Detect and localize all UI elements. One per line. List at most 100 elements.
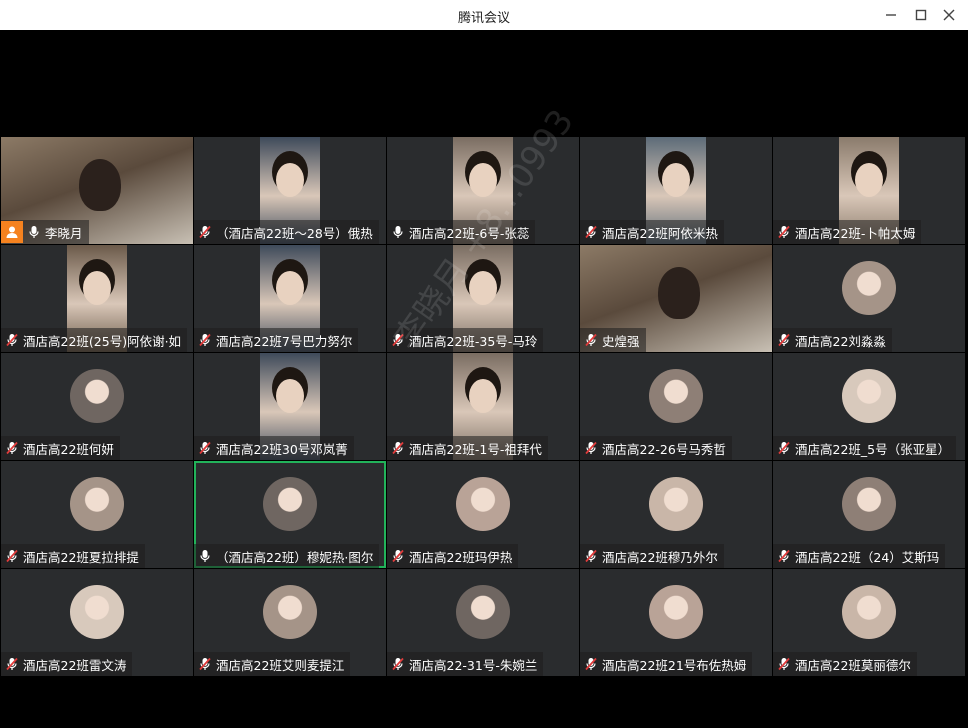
mic-muted-icon (5, 657, 19, 671)
mic-muted-icon (391, 657, 405, 671)
participant-label: 酒店高22班雷文涛 (1, 652, 133, 676)
participant-label: 酒店高22班阿依米热 (580, 220, 724, 244)
participant-tile[interactable]: 酒店高22班何妍 (1, 353, 193, 460)
participant-avatar (456, 477, 510, 531)
mic-muted-icon (584, 333, 598, 347)
maximize-button[interactable] (912, 6, 930, 24)
participant-avatar (649, 477, 703, 531)
participant-tile[interactable]: 酒店高22班穆乃外尔 (580, 461, 772, 568)
minimize-button[interactable] (882, 6, 900, 24)
participant-avatar (842, 477, 896, 531)
participant-tile[interactable]: 酒店高22班艾则麦提江 (194, 569, 386, 676)
participant-tile[interactable]: 酒店高22班-6号-张蕊 (387, 137, 579, 244)
participant-tile[interactable]: （酒店高22班～28号）俄热 (194, 137, 386, 244)
participant-label: 酒店高22班何妍 (1, 436, 120, 460)
participant-label: 酒店高22班_5号（张亚星） (773, 436, 957, 460)
participant-name: 酒店高22班阿依米热 (602, 225, 718, 241)
participant-name: （酒店高22班）穆妮热·图尔 (216, 549, 374, 565)
participant-name: 酒店高22班7号巴力努尔 (216, 333, 353, 349)
participant-label: 酒店高22班艾则麦提江 (194, 652, 351, 676)
participant-name: 酒店高22刘淼淼 (795, 333, 886, 349)
mic-muted-icon (198, 657, 212, 671)
participant-name: 酒店高22班（24）艾斯玛 (795, 549, 940, 565)
participant-tile[interactable]: （酒店高22班）穆妮热·图尔 (194, 461, 386, 568)
participant-tile[interactable]: 酒店高22班夏拉排提 (1, 461, 193, 568)
participant-label: 酒店高22班-35号-马玲 (387, 328, 544, 352)
participant-tile[interactable]: 酒店高22班30号邓岚菁 (194, 353, 386, 460)
mic-muted-icon (777, 441, 791, 455)
participant-tile[interactable]: 酒店高22班-35号-马玲 (387, 245, 579, 352)
participant-tile[interactable]: 酒店高22班-1号-祖拜代 (387, 353, 579, 460)
mic-muted-icon (391, 549, 405, 563)
mic-muted-icon (584, 657, 598, 671)
participant-tile[interactable]: 酒店高22班21号布佐热姆 (580, 569, 772, 676)
participant-label: 酒店高22班夏拉排提 (1, 544, 145, 568)
participant-name: （酒店高22班～28号）俄热 (216, 225, 373, 241)
participant-label: 酒店高22班-1号-祖拜代 (387, 436, 548, 460)
participant-avatar (842, 369, 896, 423)
participant-name: 酒店高22班何妍 (23, 441, 114, 457)
mic-muted-icon (777, 657, 791, 671)
participant-label: 酒店高22班莫丽德尔 (773, 652, 917, 676)
participant-tile[interactable]: 酒店高22班（24）艾斯玛 (773, 461, 965, 568)
participant-name: 酒店高22班莫丽德尔 (795, 657, 911, 673)
participant-tile[interactable]: 酒店高22班-卜帕太姆 (773, 137, 965, 244)
mic-muted-icon (5, 333, 19, 347)
participant-avatar (70, 369, 124, 423)
participant-label: 史煌强 (580, 328, 646, 352)
participant-avatar (263, 477, 317, 531)
participant-tile[interactable]: 酒店高22班莫丽德尔 (773, 569, 965, 676)
window-title: 腾讯会议 (457, 11, 510, 26)
participant-label: 酒店高22班穆乃外尔 (580, 544, 724, 568)
participant-name: 酒店高22班-卜帕太姆 (795, 225, 916, 241)
participant-label: 酒店高22-26号马秀哲 (580, 436, 732, 460)
participant-tile[interactable]: 酒店高22-26号马秀哲 (580, 353, 772, 460)
participant-tile[interactable]: 酒店高22刘淼淼 (773, 245, 965, 352)
participant-tile[interactable]: 酒店高22班(25号)阿依谢·如 (1, 245, 193, 352)
participant-label: 酒店高22班(25号)阿依谢·如 (1, 328, 188, 352)
mic-muted-icon (391, 441, 405, 455)
participant-name: 酒店高22班玛伊热 (409, 549, 513, 565)
participant-avatar (70, 477, 124, 531)
participant-avatar (456, 585, 510, 639)
participant-avatar (842, 585, 896, 639)
meeting-stage: 李晓月 （酒店高22班～28号）俄热 酒店高22班-6号-张蕊 酒店高22班阿依米热酒… (0, 30, 968, 728)
close-icon (943, 9, 955, 21)
maximize-icon (915, 9, 927, 21)
participant-label: （酒店高22班）穆妮热·图尔 (194, 544, 380, 568)
close-button[interactable] (940, 6, 958, 24)
participant-label: 酒店高22班（24）艾斯玛 (773, 544, 946, 568)
minimize-icon (886, 14, 896, 16)
participant-name: 酒店高22班21号布佐热姆 (602, 657, 747, 673)
mic-muted-icon (777, 225, 791, 239)
mic-icon (27, 225, 41, 239)
mic-muted-icon (584, 549, 598, 563)
participant-avatar (70, 585, 124, 639)
mic-muted-icon (5, 549, 19, 563)
participant-name: 史煌强 (602, 333, 640, 349)
participant-name: 酒店高22班-1号-祖拜代 (409, 441, 542, 457)
participant-tile[interactable]: 酒店高22班雷文涛 (1, 569, 193, 676)
participant-name: 酒店高22班雷文涛 (23, 657, 127, 673)
video-grid: 李晓月 （酒店高22班～28号）俄热 酒店高22班-6号-张蕊 酒店高22班阿依米热酒… (1, 137, 966, 678)
participant-name: 酒店高22班穆乃外尔 (602, 549, 718, 565)
participant-name: 酒店高22班_5号（张亚星） (795, 441, 951, 457)
participant-name: 李晓月 (45, 225, 83, 241)
participant-tile[interactable]: 酒店高22班_5号（张亚星） (773, 353, 965, 460)
participant-name: 酒店高22-31号-朱婉兰 (409, 657, 538, 673)
mic-icon (391, 225, 405, 239)
mic-muted-icon (5, 441, 19, 455)
participant-name: 酒店高22-26号马秀哲 (602, 441, 726, 457)
participant-avatar (263, 585, 317, 639)
participant-tile[interactable]: 酒店高22班7号巴力努尔 (194, 245, 386, 352)
participant-tile[interactable]: 酒店高22班阿依米热 (580, 137, 772, 244)
participant-name: 酒店高22班-6号-张蕊 (409, 225, 530, 241)
participant-tile[interactable]: 史煌强 (580, 245, 772, 352)
participant-label: 酒店高22刘淼淼 (773, 328, 892, 352)
mic-muted-icon (391, 333, 405, 347)
participant-tile[interactable]: 酒店高22-31号-朱婉兰 (387, 569, 579, 676)
mic-icon (198, 549, 212, 563)
participant-tile[interactable]: 酒店高22班玛伊热 (387, 461, 579, 568)
participant-tile[interactable]: 李晓月 (1, 137, 193, 244)
participant-name: 酒店高22班(25号)阿依谢·如 (23, 333, 182, 349)
